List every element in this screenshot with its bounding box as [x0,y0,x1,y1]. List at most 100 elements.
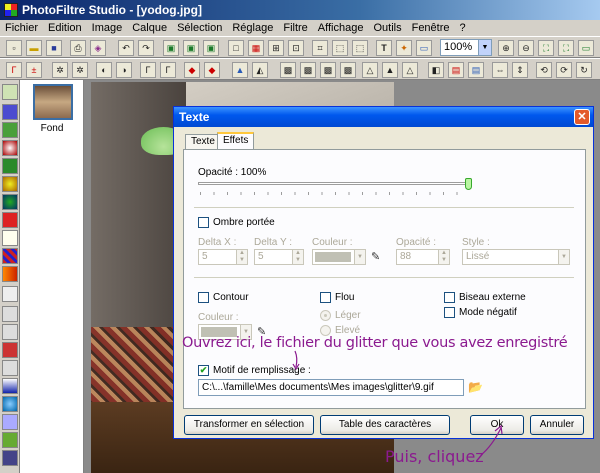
brightness-up-icon[interactable]: ✲ [72,62,88,78]
saturation-up-icon[interactable]: ◆ [204,62,220,78]
globe-tool-icon[interactable] [2,194,18,210]
delta-y-spinner[interactable]: 5 ▲ ▼ [254,249,304,265]
orange-tool-icon[interactable] [2,266,18,282]
flip-vertical-icon[interactable]: ⇕ [512,62,528,78]
sphere-tool-icon[interactable] [2,176,18,192]
saturation-down-icon[interactable]: ◆ [184,62,200,78]
plant-tool-icon[interactable] [2,158,18,174]
eyedropper-icon[interactable]: ✎ [371,251,383,263]
chevron-down-icon[interactable]: ▼ [478,40,491,55]
menu-outils[interactable]: Outils [368,20,406,36]
paste-new-icon[interactable]: ▣ [203,40,219,56]
chevron-down-icon[interactable]: ▼ [558,250,569,264]
menu-image[interactable]: Image [87,20,128,36]
menu-reglage[interactable]: Réglage [227,20,278,36]
menu-help[interactable]: ? [455,20,471,36]
menu-calque[interactable]: Calque [127,20,172,36]
frame-icon[interactable]: ⬚ [332,40,348,56]
opacity-slider-track[interactable] [198,182,470,185]
actual-size-icon[interactable]: ⛶ [558,40,574,56]
color-balance-icon[interactable]: ▤ [448,62,464,78]
zoom-select[interactable]: 100% ▼ [440,39,492,56]
drop-sharp-icon[interactable]: △ [402,62,418,78]
palette-tool-icon[interactable] [2,84,18,100]
blur-icon[interactable]: ▩ [280,62,296,78]
tab-effets[interactable]: Effets [217,132,255,150]
open-folder-icon[interactable]: 📂 [468,379,484,395]
fit-window-icon[interactable]: ⛶ [538,40,554,56]
menu-selection[interactable]: Sélection [172,20,227,36]
chevron-down-icon[interactable]: ▼ [354,250,365,264]
orb-tool-icon[interactable] [2,396,18,412]
pattern-tool-icon[interactable] [2,248,18,264]
text-tool-icon[interactable]: T [376,40,392,56]
opacity-slider-thumb[interactable] [465,178,472,190]
menu-edition[interactable]: Edition [43,20,87,36]
open-folder-icon[interactable]: ▬ [26,40,42,56]
flip-horizontal-icon[interactable]: ⇔ [492,62,508,78]
brightness-down-icon[interactable]: ✲ [52,62,68,78]
auto-levels-icon[interactable]: Γ [6,62,22,78]
tab-texte[interactable]: Texte [185,134,221,150]
emboss-icon[interactable]: ▩ [340,62,356,78]
crop-icon[interactable]: ⌗ [312,40,328,56]
gamma-down-icon[interactable]: Γ [140,62,156,78]
copy-image-icon[interactable]: ▣ [163,40,179,56]
lens-tool-icon[interactable] [2,140,18,156]
date-tool-icon[interactable] [2,450,18,466]
rotate-right-icon[interactable]: ⟳ [556,62,572,78]
spinner-arrows-icon[interactable]: ▲ ▼ [438,250,449,264]
zoom-in-icon[interactable]: ⊕ [498,40,514,56]
page-tool-icon[interactable] [2,230,18,246]
sharpen-icon[interactable]: ▩ [300,62,316,78]
close-icon[interactable]: ✕ [574,109,590,125]
drop-icon[interactable]: △ [362,62,378,78]
disk-tool-icon[interactable] [2,414,18,430]
redo-icon[interactable]: ↷ [138,40,154,56]
menu-fichier[interactable]: Fichier [0,20,43,36]
layer-thumbnail[interactable] [33,84,73,120]
spinner-arrows-icon[interactable]: ▲ ▼ [292,250,303,264]
canvas-size-icon[interactable]: ⊡ [288,40,304,56]
grid-color-icon[interactable]: ▦ [248,40,264,56]
new-file-icon[interactable]: ▫ [6,40,22,56]
stamp-icon[interactable]: ✦ [396,40,412,56]
shadow-opacity-spinner[interactable]: 88 ▲ ▼ [396,249,450,265]
gradient-tool-icon[interactable] [2,104,18,120]
star-tool-icon[interactable] [2,212,18,228]
character-table-button[interactable]: Table des caractères [320,415,450,435]
transparency-icon[interactable]: □ [228,40,244,56]
gamma-up-icon[interactable]: Γ [160,62,176,78]
motif-checkbox[interactable]: ✔ [198,365,209,376]
fullscreen-icon[interactable]: ▭ [578,40,594,56]
menu-fenetre[interactable]: Fenêtre [407,20,455,36]
fx-tool-icon[interactable] [2,286,18,302]
resize-image-icon[interactable]: ⊞ [268,40,284,56]
zoom-out-icon[interactable]: ⊖ [518,40,534,56]
shadow-style-select[interactable]: Lissé ▼ [462,249,570,265]
levels-tool-icon[interactable] [2,378,18,394]
scan-icon[interactable]: ◈ [90,40,106,56]
menu-filtre[interactable]: Filtre [278,20,312,36]
auto-contrast-icon[interactable]: ± [26,62,42,78]
save-icon[interactable]: ■ [46,40,62,56]
drop-filled-icon[interactable]: ▲ [382,62,398,78]
mirror-icon[interactable]: ◧ [428,62,444,78]
flou-checkbox[interactable] [320,292,331,303]
knot-tool-icon[interactable] [2,306,18,322]
grayscale-icon[interactable]: ▲ [232,62,248,78]
contrast-down-icon[interactable]: ◐ [96,62,112,78]
screen-tool-icon[interactable] [2,122,18,138]
contrast-up-icon[interactable]: ◑ [116,62,132,78]
spinner-arrows-icon[interactable]: ▲ ▼ [236,250,247,264]
print-icon[interactable]: ⎙ [70,40,86,56]
radio-leger[interactable] [320,310,331,321]
delta-x-spinner[interactable]: 5 ▲ ▼ [198,249,248,265]
biseau-checkbox[interactable] [444,292,455,303]
flame-tool-icon[interactable] [2,342,18,358]
transform-selection-button[interactable]: Transformer en sélection [184,415,314,435]
undo-icon[interactable]: ↶ [118,40,134,56]
grid-tool-icon[interactable] [2,324,18,340]
negatif-checkbox[interactable] [444,307,455,318]
rotate-180-icon[interactable]: ↻ [576,62,592,78]
